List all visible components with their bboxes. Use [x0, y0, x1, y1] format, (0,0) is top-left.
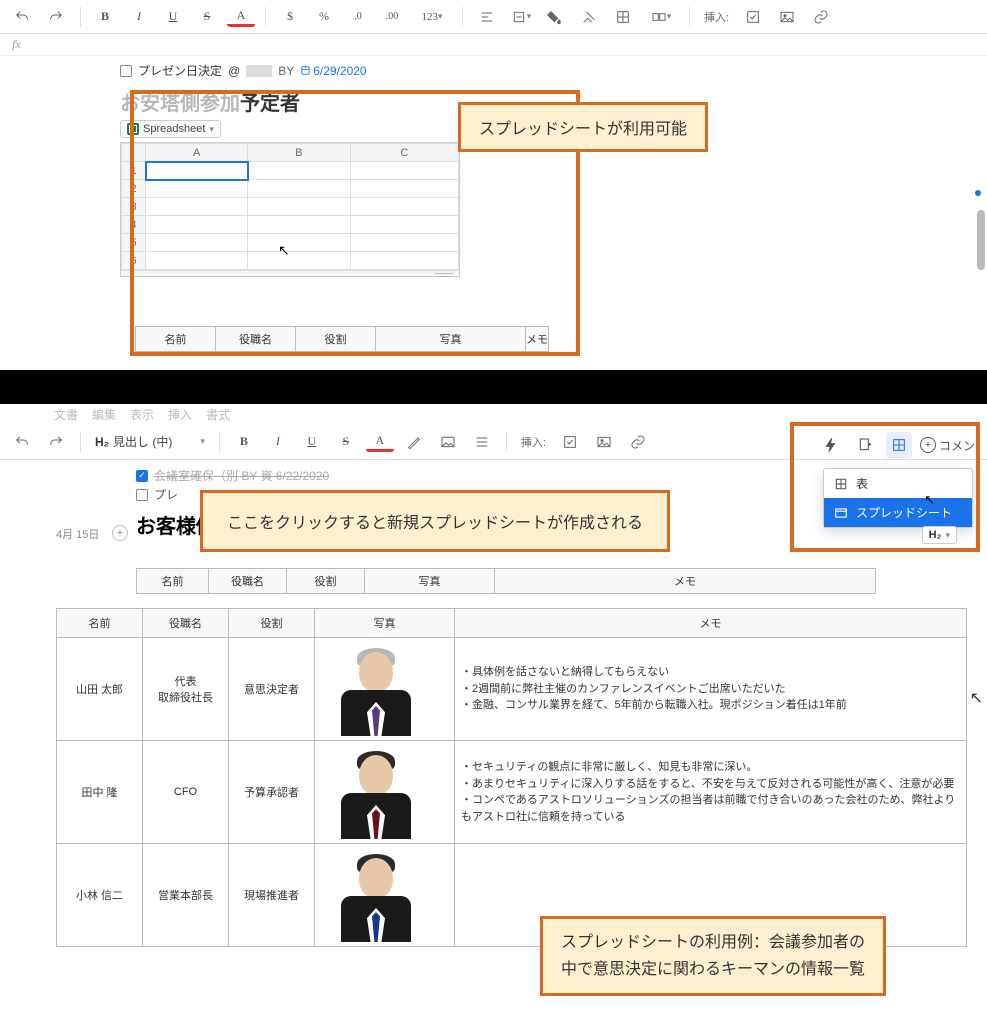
- photo-cell: [321, 848, 431, 942]
- insert-checkbox-button[interactable]: [556, 430, 584, 454]
- italic-button[interactable]: I: [125, 5, 153, 29]
- font-color-button[interactable]: A: [227, 7, 255, 27]
- align-button[interactable]: [473, 5, 501, 29]
- checkbox-checked[interactable]: ✓: [136, 470, 148, 482]
- clear-format-button[interactable]: [575, 5, 603, 29]
- redo-button[interactable]: [42, 430, 70, 454]
- insert-image-button[interactable]: [773, 5, 801, 29]
- borders-button[interactable]: [609, 5, 637, 29]
- paragraph-style-dropdown[interactable]: H₂ 見出し (中) ▾: [91, 430, 209, 454]
- undo-button[interactable]: [8, 5, 36, 29]
- due-date[interactable]: 6/29/2020: [300, 64, 366, 78]
- chevron-down-icon: ▾: [200, 436, 205, 447]
- redacted: [246, 65, 272, 77]
- redo-button[interactable]: [42, 5, 70, 29]
- percent-button[interactable]: %: [310, 5, 338, 29]
- fx-label: fx: [12, 37, 21, 52]
- insert-checkbox-button[interactable]: [739, 5, 767, 29]
- italic-button[interactable]: I: [264, 430, 292, 454]
- checkbox-unchecked[interactable]: [136, 489, 148, 501]
- decrease-decimal-button[interactable]: .0: [344, 5, 372, 29]
- insert-label: 挿入:: [517, 434, 550, 450]
- mention[interactable]: @: [228, 64, 240, 78]
- callout-click-here: ここをクリックすると新規スプレッドシートが作成される: [200, 490, 670, 552]
- undo-button[interactable]: [8, 430, 36, 454]
- checkbox-unchecked[interactable]: [120, 65, 132, 77]
- underline-button[interactable]: U: [298, 430, 326, 454]
- photo-cell: [321, 745, 431, 839]
- insert-label: 挿入:: [700, 9, 733, 25]
- panel-bottom: 文書 編集 表示 挿入 書式 H₂ 見出し (中) ▾ B I U S A 挿入…: [0, 404, 987, 1024]
- menu-item[interactable]: 挿入: [168, 406, 192, 423]
- currency-button[interactable]: $: [276, 5, 304, 29]
- menu-item[interactable]: 表示: [130, 406, 154, 423]
- number-format-button[interactable]: 123▾: [412, 5, 452, 29]
- underline-button[interactable]: U: [159, 5, 187, 29]
- separator: [689, 7, 690, 27]
- panel-top: B I U S A $ % .0 .00 123▾ ▾ ▾ 挿入: fx プレゼ…: [0, 0, 987, 370]
- strike-button[interactable]: S: [193, 5, 221, 29]
- font-color-button[interactable]: A: [366, 432, 394, 452]
- merge-button[interactable]: ▾: [643, 5, 679, 29]
- highlight-box-toolbar: [790, 422, 980, 552]
- increase-decimal-button[interactable]: .00: [378, 5, 406, 29]
- insert-link-button[interactable]: [624, 430, 652, 454]
- by-label: BY: [278, 64, 294, 78]
- callout-available: スプレッドシートが利用可能: [458, 102, 708, 152]
- insert-image-button-2[interactable]: [590, 430, 618, 454]
- chevron-down-icon: ▾: [438, 11, 443, 22]
- align-button[interactable]: [468, 430, 496, 454]
- valign-button[interactable]: ▾: [507, 5, 535, 29]
- separator: [265, 7, 266, 27]
- menu-bar: 文書 編集 表示 挿入 書式: [0, 404, 987, 424]
- menu-item[interactable]: 文書: [54, 406, 78, 423]
- collapse-dot[interactable]: [975, 190, 981, 196]
- fill-color-button[interactable]: [541, 5, 569, 29]
- strike-button[interactable]: S: [332, 430, 360, 454]
- scrollbar-thumb[interactable]: [977, 210, 985, 270]
- bold-button[interactable]: B: [91, 5, 119, 29]
- task-row: プレゼン日決定 @ BY 6/29/2020: [120, 60, 867, 81]
- toolbar-1: B I U S A $ % .0 .00 123▾ ▾ ▾ 挿入:: [0, 0, 987, 34]
- table-row: 山田 太郎 代表 取締役社長 意思決定者 ・具体例を話さないと納得してもらえない…: [57, 638, 967, 741]
- column-header-row-2: 名前 役職名 役割 写真 メモ: [136, 568, 876, 594]
- formula-bar[interactable]: fx: [0, 34, 987, 56]
- separator: [462, 7, 463, 27]
- participants-table: 名前 役職名 役割 写真 メモ 山田 太郎 代表 取締役社長 意思決定者 ・具体…: [56, 608, 967, 947]
- insert-image-button[interactable]: [434, 430, 462, 454]
- cursor-icon: ↖: [970, 688, 983, 708]
- table-row: 田中 隆 CFO 予算承認者 ・セキュリティの観点に非常に厳しく、知見も非常に深…: [57, 741, 967, 844]
- insert-link-button[interactable]: [807, 5, 835, 29]
- bold-button[interactable]: B: [230, 430, 258, 454]
- callout-usage: スプレッドシートの利用例：会議参加者の中で意思決定に関わるキーマンの情報一覧: [540, 916, 886, 996]
- menu-item[interactable]: 書式: [206, 406, 230, 423]
- date-badge: 4月 15日: [56, 526, 99, 542]
- photo-cell: [321, 642, 431, 736]
- separator: [80, 7, 81, 27]
- task-text: プレゼン日決定: [138, 62, 222, 79]
- add-block-button[interactable]: +: [112, 525, 128, 541]
- highlight-button[interactable]: [400, 430, 428, 454]
- menu-item[interactable]: 編集: [92, 406, 116, 423]
